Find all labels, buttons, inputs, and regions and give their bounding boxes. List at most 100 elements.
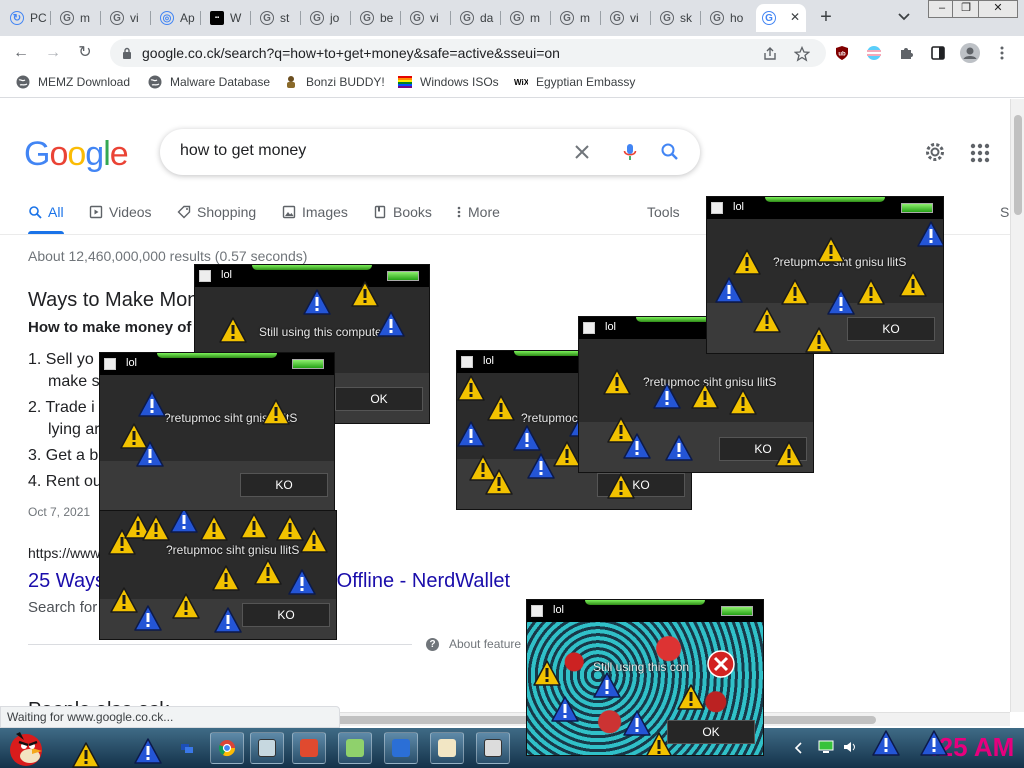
forward-button[interactable]: → bbox=[42, 42, 64, 64]
tools-button[interactable]: Tools bbox=[647, 204, 680, 220]
search-icon[interactable] bbox=[660, 142, 680, 162]
popup-titlebar[interactable]: lol bbox=[100, 353, 334, 375]
close-window-button[interactable]: ✕ bbox=[978, 0, 1018, 18]
bookmark-egyptian-embassy[interactable]: WiX Egyptian Embassy bbox=[514, 75, 635, 89]
microphone-icon[interactable] bbox=[620, 142, 640, 162]
chevron-down-icon[interactable] bbox=[896, 8, 912, 24]
tab[interactable]: ▪▪ W bbox=[204, 4, 251, 32]
taskmgr-taskbar-button[interactable] bbox=[292, 732, 326, 764]
snippet-date: Oct 7, 2021 bbox=[28, 505, 91, 519]
menu-dots-icon[interactable] bbox=[994, 45, 1010, 61]
star-icon[interactable] bbox=[794, 46, 810, 62]
google-logo[interactable]: Google bbox=[24, 135, 129, 174]
tab-more[interactable]: More bbox=[456, 204, 500, 220]
warning-icon bbox=[677, 684, 705, 710]
tab[interactable]: Gda bbox=[454, 4, 501, 32]
chrome-taskbar-button[interactable] bbox=[210, 732, 244, 764]
tab[interactable]: Gvi bbox=[604, 4, 651, 32]
virus-popup-window[interactable]: lol Still using this con OK bbox=[526, 599, 764, 756]
safesearch-cut-label[interactable]: S bbox=[1000, 204, 1009, 220]
tab-title: m bbox=[530, 11, 540, 25]
tab[interactable]: ◎ Ap bbox=[154, 4, 201, 32]
paint-taskbar-button[interactable] bbox=[430, 732, 464, 764]
settings-gear-icon[interactable] bbox=[924, 141, 946, 163]
result-link-start[interactable]: 25 Ways bbox=[28, 570, 105, 592]
ok-button[interactable]: OK bbox=[335, 387, 423, 411]
search-input[interactable]: how to get money bbox=[160, 129, 700, 175]
warning-icon bbox=[781, 279, 809, 305]
tab-books[interactable]: Books bbox=[373, 204, 432, 220]
side-panel-icon[interactable] bbox=[930, 45, 946, 61]
volume-icon[interactable] bbox=[842, 740, 858, 754]
chevron-left-icon[interactable] bbox=[794, 742, 804, 754]
tab[interactable]: Gm bbox=[54, 4, 101, 32]
window-icon bbox=[104, 358, 116, 370]
tab-videos[interactable]: Videos bbox=[89, 204, 152, 220]
tab[interactable]: Gvi bbox=[104, 4, 151, 32]
search-query[interactable]: how to get money bbox=[180, 142, 306, 160]
bookmark-bonzi-buddy[interactable]: Bonzi BUDDY! bbox=[284, 75, 385, 89]
bookmark-malware-database[interactable]: Malware Database bbox=[148, 75, 270, 89]
google-icon: G bbox=[360, 11, 374, 25]
clear-icon[interactable] bbox=[572, 142, 592, 162]
apps-grid-icon[interactable] bbox=[970, 143, 990, 163]
url-text[interactable]: google.co.ck/search?q=how+to+get+money&s… bbox=[142, 45, 560, 61]
google-icon: G bbox=[610, 11, 624, 25]
result-link-end[interactable]: d Offline - NerdWallet bbox=[320, 570, 510, 593]
tab-shopping[interactable]: Shopping bbox=[177, 204, 256, 220]
tab[interactable]: Gho bbox=[704, 4, 751, 32]
maximize-button[interactable]: ❐ bbox=[952, 0, 980, 18]
ublock-icon[interactable]: ub bbox=[834, 45, 850, 61]
warning-icon bbox=[805, 327, 833, 353]
tab[interactable]: Gst bbox=[254, 4, 301, 32]
tab-active[interactable]: G ✕ bbox=[756, 4, 806, 32]
tab[interactable]: ↻ PC bbox=[4, 4, 51, 32]
back-button[interactable]: ← bbox=[10, 42, 32, 64]
about-featured-snippets[interactable]: ? About feature bbox=[426, 637, 521, 651]
tab[interactable]: Gvi bbox=[404, 4, 451, 32]
bookmark-windows-isos[interactable]: Windows ISOs bbox=[398, 75, 499, 89]
scroll-thumb[interactable] bbox=[1014, 115, 1022, 215]
tab[interactable]: Gsk bbox=[654, 4, 701, 32]
angry-bird-start-icon[interactable] bbox=[4, 724, 48, 768]
paint-icon bbox=[438, 739, 456, 757]
ok-button[interactable]: OK bbox=[667, 720, 755, 744]
address-bar[interactable]: google.co.ck/search?q=how+to+get+money&s… bbox=[110, 39, 826, 67]
virus-popup-window[interactable]: lol ?retupmoc siht gnisu llitS KO bbox=[706, 196, 944, 354]
vertical-scrollbar[interactable] bbox=[1010, 99, 1024, 712]
bookmark-memz-download[interactable]: MEMZ Download bbox=[16, 75, 130, 89]
profile-avatar-icon[interactable] bbox=[960, 43, 980, 63]
popup-title: lol bbox=[605, 321, 617, 333]
monitor-tray-icon[interactable] bbox=[818, 740, 834, 754]
search-icon bbox=[29, 206, 42, 219]
result-link[interactable]: 25 Ways d Offline - NerdWallet bbox=[28, 570, 510, 593]
tab[interactable]: Gm bbox=[554, 4, 601, 32]
popup-titlebar[interactable]: lol bbox=[195, 265, 429, 287]
explorer-icon bbox=[392, 739, 410, 757]
tab-images[interactable]: Images bbox=[282, 204, 348, 220]
tab-all[interactable]: All bbox=[28, 204, 64, 234]
puzzle-icon[interactable] bbox=[898, 45, 914, 61]
explorer-taskbar-button[interactable] bbox=[384, 732, 418, 764]
popup-titlebar[interactable]: lol bbox=[527, 600, 763, 622]
notepad-taskbar-button[interactable] bbox=[338, 732, 372, 764]
virus-popup-window[interactable]: lol ?retupmoc siht gnisu llitS KO bbox=[99, 352, 335, 512]
tab[interactable]: Gjo bbox=[304, 4, 351, 32]
popup-titlebar[interactable]: lol bbox=[707, 197, 943, 219]
close-tab-icon[interactable]: ✕ bbox=[790, 10, 800, 24]
ko-button[interactable]: KO bbox=[240, 473, 328, 497]
calculator-taskbar-button[interactable] bbox=[250, 732, 284, 764]
virus-popup-window[interactable]: ?retupmoc siht gnisu llitS KO bbox=[99, 510, 337, 640]
new-tab-button[interactable]: + bbox=[814, 6, 838, 29]
cmd-taskbar-button[interactable] bbox=[476, 732, 510, 764]
reload-button[interactable]: ↻ bbox=[74, 42, 96, 64]
warning-icon bbox=[457, 421, 485, 447]
pride-extension-icon[interactable] bbox=[866, 45, 882, 61]
network-icon[interactable] bbox=[180, 740, 194, 754]
tab[interactable]: Gm bbox=[504, 4, 551, 32]
tab[interactable]: Gbe bbox=[354, 4, 401, 32]
ko-button[interactable]: KO bbox=[847, 317, 935, 341]
share-icon[interactable] bbox=[762, 46, 778, 62]
ko-button[interactable]: KO bbox=[242, 603, 330, 627]
warning-icon bbox=[527, 453, 555, 479]
